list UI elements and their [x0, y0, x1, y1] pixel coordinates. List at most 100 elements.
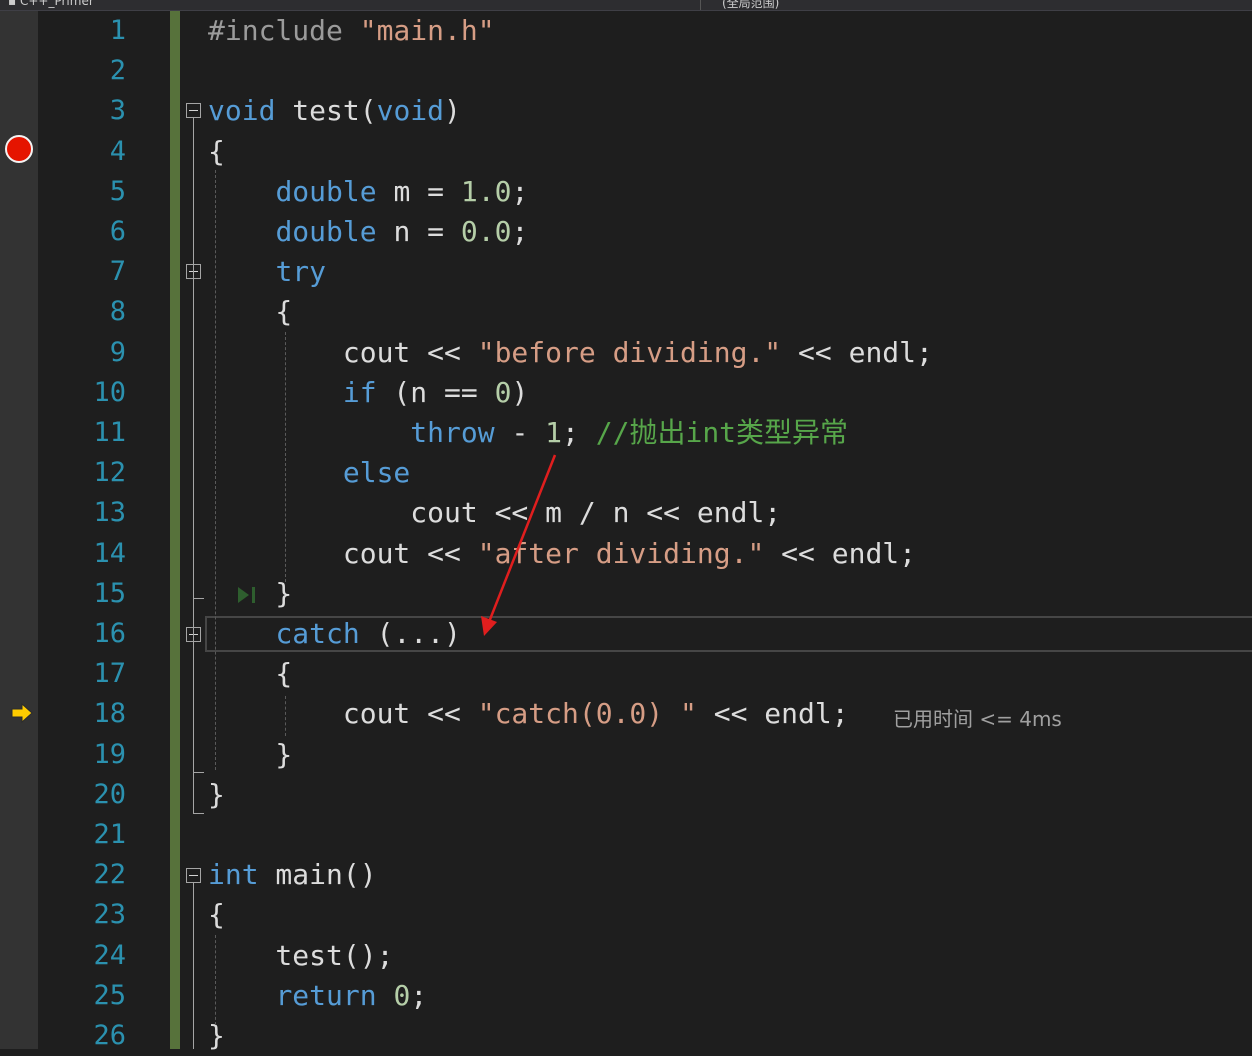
- combo-separator: [700, 0, 701, 10]
- code-token: m =: [376, 175, 461, 208]
- outline-line: [193, 642, 194, 772]
- run-to-click-icon[interactable]: [236, 584, 260, 606]
- line-number: 25: [93, 980, 126, 1011]
- code-token: {: [208, 898, 225, 931]
- code-token: "before dividing.": [477, 336, 782, 369]
- execution-arrow-icon[interactable]: [10, 703, 34, 723]
- outline-line: [193, 883, 194, 1049]
- code-token: void: [208, 94, 276, 127]
- code-token: << endl;: [781, 336, 933, 369]
- code-token: try: [275, 255, 327, 288]
- code-line[interactable]: return 0;: [208, 976, 427, 1016]
- code-line[interactable]: {: [208, 654, 292, 694]
- code-token: "catch(0.0) ": [477, 697, 697, 730]
- code-line[interactable]: {: [208, 895, 225, 935]
- outline-line: [193, 118, 194, 158]
- code-token: double: [275, 215, 377, 248]
- code-line[interactable]: else: [208, 453, 410, 493]
- line-number: 21: [93, 819, 126, 850]
- outline-end: [193, 598, 204, 599]
- code-token: }: [208, 778, 225, 811]
- line-number: 1: [109, 15, 126, 46]
- code-line[interactable]: #include "main.h": [208, 11, 495, 51]
- code-token: << endl;: [764, 537, 917, 570]
- code-line[interactable]: }: [208, 1016, 225, 1056]
- code-token: 1.0: [460, 175, 512, 208]
- line-number: 17: [93, 658, 126, 689]
- code-token: void: [376, 94, 445, 127]
- code-line[interactable]: if (n == 0): [208, 373, 528, 413]
- code-line[interactable]: }: [208, 735, 292, 775]
- project-combo[interactable]: ▪ C++_Primer: [8, 0, 94, 10]
- indent-guide: [285, 332, 286, 582]
- code-line[interactable]: cout << "after dividing." << endl;: [208, 534, 916, 574]
- code-line[interactable]: }: [208, 775, 225, 815]
- code-line[interactable]: try: [208, 252, 326, 292]
- code-token: (n ==: [376, 376, 495, 409]
- code-token: throw: [410, 416, 495, 449]
- collapse-icon[interactable]: [186, 868, 201, 883]
- code-token: 0.0: [460, 215, 512, 248]
- code-token: #include: [208, 14, 360, 47]
- code-token: cout << m / n << endl;: [208, 496, 782, 529]
- code-token: 0: [393, 979, 411, 1012]
- code-token: cout <<: [208, 537, 478, 570]
- code-token: 1: [545, 416, 563, 449]
- code-token: cout <<: [208, 336, 478, 369]
- line-number: 11: [93, 417, 126, 448]
- line-number: 3: [109, 95, 126, 126]
- code-line[interactable]: int main(): [208, 855, 377, 895]
- line-number: 13: [93, 497, 126, 528]
- code-token: ): [444, 94, 461, 127]
- code-token: test();: [208, 939, 394, 972]
- perf-tip[interactable]: 已用时间 <= 4ms: [893, 703, 1062, 732]
- line-number: 14: [93, 538, 126, 569]
- line-number: 26: [93, 1020, 126, 1051]
- code-token: }: [208, 1019, 225, 1052]
- code-token: main(): [258, 858, 377, 891]
- outline-end: [193, 813, 204, 814]
- code-line[interactable]: cout << "catch(0.0) " << endl;: [208, 694, 849, 734]
- code-token: ;: [562, 416, 596, 449]
- project-combo-label: C++_Primer: [19, 0, 94, 8]
- outline-end: [193, 772, 204, 773]
- line-number: 6: [109, 216, 126, 247]
- code-token: << endl;: [696, 697, 849, 730]
- line-number: 15: [93, 578, 126, 609]
- code-token: {: [208, 657, 293, 690]
- code-line[interactable]: double m = 1.0;: [208, 172, 528, 212]
- project-icon: ▪: [8, 0, 17, 8]
- code-token: if: [342, 376, 377, 409]
- scope-combo-label: (全局范围): [722, 0, 780, 10]
- code-line[interactable]: void test(void): [208, 91, 461, 131]
- code-line[interactable]: double n = 0.0;: [208, 212, 528, 252]
- code-token: "main.h": [359, 14, 495, 47]
- glyph-margin[interactable]: [0, 11, 38, 1049]
- indent-guide: [285, 696, 286, 736]
- code-token: "after dividing.": [477, 537, 765, 570]
- code-line[interactable]: test();: [208, 936, 393, 976]
- code-line[interactable]: throw - 1; //抛出int类型异常: [208, 413, 848, 453]
- code-line[interactable]: cout << "before dividing." << endl;: [208, 333, 933, 373]
- change-tracking-bar: [170, 11, 180, 1049]
- collapse-icon[interactable]: [186, 103, 201, 118]
- scope-combo[interactable]: (全局范围): [722, 0, 779, 10]
- code-token: int: [208, 858, 259, 891]
- indent-guide: [215, 170, 216, 770]
- code-line[interactable]: {: [208, 292, 292, 332]
- line-number: 8: [109, 296, 126, 327]
- code-line[interactable]: {: [208, 132, 225, 172]
- code-token: {: [208, 295, 293, 328]
- line-number: 2: [109, 55, 126, 86]
- code-token: 0: [494, 376, 512, 409]
- code-token: ;: [511, 215, 529, 248]
- code-line[interactable]: cout << m / n << endl;: [208, 493, 781, 533]
- code-token: n =: [376, 215, 461, 248]
- indent-guide: [215, 935, 216, 1025]
- outline-line: [193, 279, 194, 599]
- code-token: -: [494, 416, 546, 449]
- line-number: 20: [93, 779, 126, 810]
- breakpoint-icon[interactable]: [5, 135, 33, 163]
